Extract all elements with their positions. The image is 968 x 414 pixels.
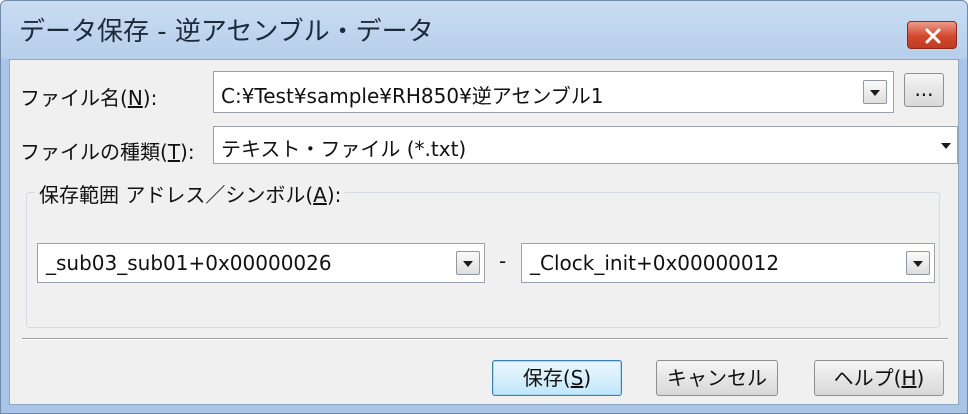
file-type-label: ファイルの種類(T): [20, 140, 195, 164]
dialog-title: データ保存 - 逆アセンブル・データ [19, 17, 434, 47]
file-name-dropdown-button[interactable] [863, 80, 887, 104]
title-bar[interactable]: データ保存 - 逆アセンブル・データ [1, 1, 967, 57]
close-x-icon [925, 28, 941, 44]
range-end-combobox[interactable]: _Clock_init+0x00000012 [521, 243, 935, 283]
help-button[interactable]: ヘルプ(H) [814, 360, 944, 396]
range-end-dropdown-button[interactable] [906, 251, 930, 275]
file-type-select[interactable]: テキスト・ファイル (*.txt) [213, 126, 958, 164]
cancel-button[interactable]: キャンセル [656, 360, 778, 396]
file-name-input[interactable]: C:¥Test¥sample¥RH850¥逆アセンブル1 [221, 80, 604, 109]
range-start-dropdown-button[interactable] [456, 251, 480, 275]
file-type-chevron-down-icon [941, 143, 951, 149]
file-name-label: ファイル名(N): [20, 86, 158, 110]
range-start-input[interactable]: _sub03_sub01+0x00000026 [46, 251, 332, 275]
save-range-group-title: 保存範囲 アドレス／シンボル(A): [35, 179, 346, 208]
close-button[interactable] [907, 21, 957, 49]
button-separator [22, 338, 948, 340]
browse-button[interactable]: ... [904, 73, 944, 107]
save-range-group: 保存範囲 アドレス／シンボル(A): _sub03_sub01+0x000000… [26, 179, 940, 328]
save-button[interactable]: 保存(S) [492, 360, 622, 396]
range-start-combobox[interactable]: _sub03_sub01+0x00000026 [37, 243, 485, 283]
file-name-combobox[interactable]: C:¥Test¥sample¥RH850¥逆アセンブル1 [213, 71, 894, 113]
save-data-dialog: データ保存 - 逆アセンブル・データ ファイル名(N): C:¥Test¥sam… [0, 0, 968, 414]
dialog-body: ファイル名(N): C:¥Test¥sample¥RH850¥逆アセンブル1 .… [9, 59, 959, 405]
file-type-selected: テキスト・ファイル (*.txt) [221, 137, 467, 161]
range-end-input[interactable]: _Clock_init+0x00000012 [530, 251, 779, 275]
range-separator: - [499, 249, 507, 273]
